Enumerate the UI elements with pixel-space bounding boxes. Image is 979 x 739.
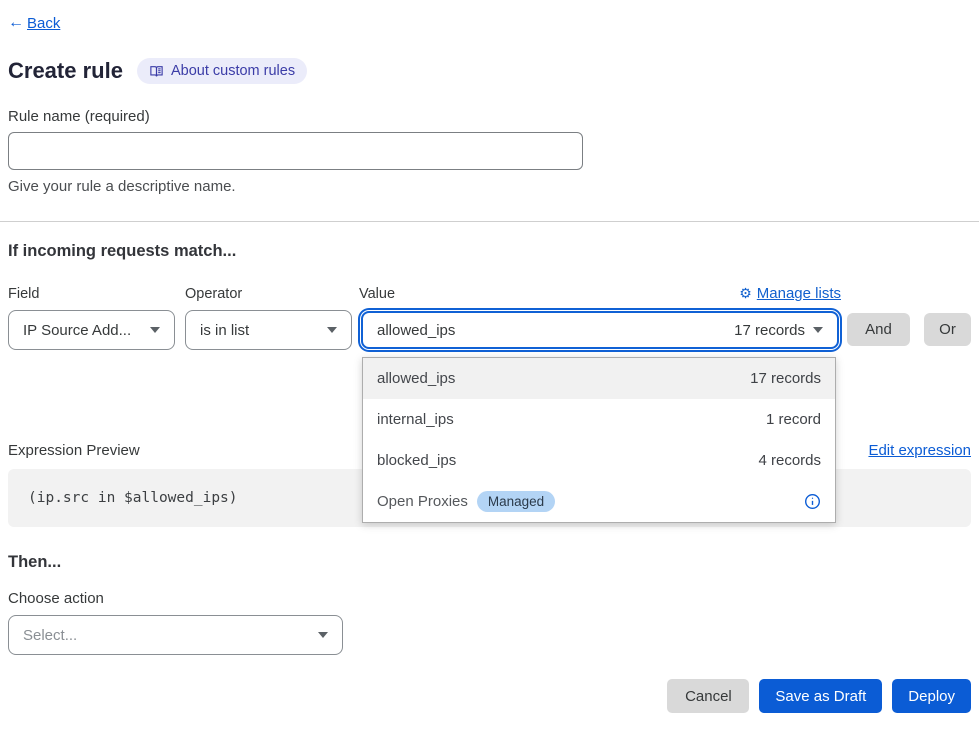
list-option-name: internal_ips [377,411,454,428]
field-select-value: IP Source Add... [23,322,131,339]
footer-actions: Cancel Save as Draft Deploy [8,679,971,713]
gear-icon: ⚙ [739,285,752,302]
save-as-draft-button[interactable]: Save as Draft [759,679,882,713]
list-dropdown-panel: allowed_ips 17 records internal_ips 1 re… [362,357,836,523]
list-option-name: blocked_ips [377,452,456,469]
manage-lists-link[interactable]: ⚙ Manage lists [739,285,841,302]
list-option-name: Open Proxies [377,493,468,510]
edit-expression-link[interactable]: Edit expression [868,442,971,459]
value-label: Value [359,286,395,302]
back-link[interactable]: ←Back [8,14,60,32]
expression-preview-label: Expression Preview [8,442,140,459]
and-button[interactable]: And [847,313,910,346]
book-icon [149,64,164,79]
action-select-placeholder: Select... [23,627,77,644]
back-arrow-icon: ← [8,14,24,32]
chevron-down-icon [813,327,823,333]
about-custom-rules-link[interactable]: About custom rules [137,58,307,84]
list-option-open-proxies[interactable]: Open Proxies Managed [363,481,835,522]
value-select-count: 17 records [734,322,805,339]
match-section-heading: If incoming requests match... [8,242,971,261]
list-option-name: allowed_ips [377,370,455,387]
expression-code: (ip.src in $allowed_ips) [28,490,238,506]
list-option-allowed-ips[interactable]: allowed_ips 17 records [363,358,835,399]
chevron-down-icon [318,632,328,638]
about-custom-rules-label: About custom rules [171,63,295,79]
action-select[interactable]: Select... [8,615,343,655]
list-option-count: 4 records [758,452,821,469]
field-label: Field [8,286,175,302]
rule-name-label: Rule name (required) [8,108,971,125]
manage-lists-label: Manage lists [757,285,841,302]
create-rule-page: ←Back Create rule About custom rules Rul… [0,0,979,733]
rule-name-helper: Give your rule a descriptive name. [8,178,971,195]
rule-name-input[interactable] [8,132,583,170]
operator-label: Operator [185,286,352,302]
deploy-button[interactable]: Deploy [892,679,971,713]
info-icon[interactable] [804,493,821,510]
chevron-down-icon [150,327,160,333]
then-section-heading: Then... [8,553,971,572]
list-option-internal-ips[interactable]: internal_ips 1 record [363,399,835,440]
section-divider [0,221,979,222]
list-option-count: 1 record [766,411,821,428]
managed-badge: Managed [477,491,555,512]
operator-select-value: is in list [200,322,249,339]
value-select-name: allowed_ips [377,322,455,339]
choose-action-label: Choose action [8,590,971,607]
field-select[interactable]: IP Source Add... [8,310,175,350]
or-button[interactable]: Or [924,313,971,346]
list-option-count: 17 records [750,370,821,387]
chevron-down-icon [327,327,337,333]
operator-select[interactable]: is in list [185,310,352,350]
page-title: Create rule [8,58,123,84]
cancel-button[interactable]: Cancel [667,679,749,713]
back-link-label: Back [27,15,60,32]
list-option-blocked-ips[interactable]: blocked_ips 4 records [363,440,835,481]
value-select[interactable]: allowed_ips 17 records [361,311,839,349]
